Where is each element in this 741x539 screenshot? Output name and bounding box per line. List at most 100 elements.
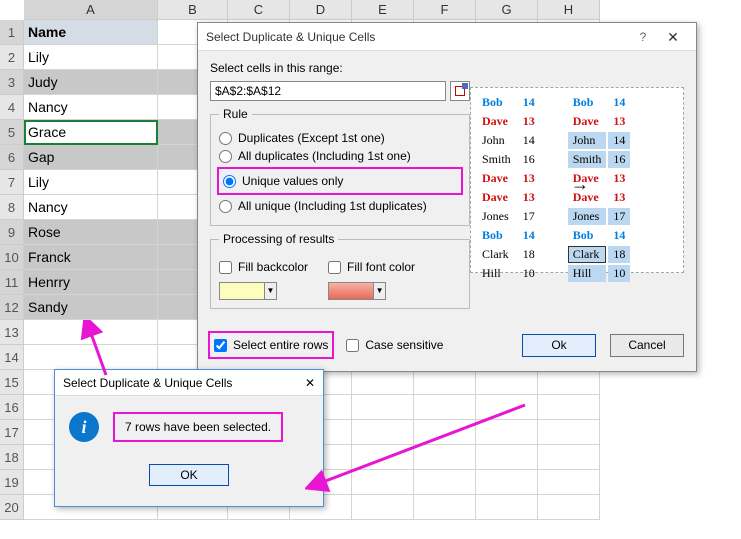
- result-message: 7 rows have been selected.: [113, 412, 283, 442]
- rule-legend: Rule: [219, 107, 252, 121]
- result-dialog: Select Duplicate & Unique Cells ✕ i 7 ro…: [54, 369, 324, 507]
- highlight-select-rows: Select entire rows: [208, 331, 334, 359]
- cell[interactable]: Lily: [24, 170, 158, 195]
- cell[interactable]: [476, 445, 538, 470]
- row-header[interactable]: 5: [0, 120, 24, 145]
- cell[interactable]: [352, 470, 414, 495]
- processing-legend: Processing of results: [219, 232, 338, 246]
- cell[interactable]: [476, 420, 538, 445]
- radio-all-unique[interactable]: All unique (Including 1st duplicates): [219, 199, 461, 213]
- cell[interactable]: [414, 420, 476, 445]
- result-titlebar: Select Duplicate & Unique Cells ✕: [55, 370, 323, 396]
- dialog-title: Select Duplicate & Unique Cells: [206, 23, 628, 51]
- column-header[interactable]: D: [290, 0, 352, 20]
- column-header[interactable]: F: [414, 0, 476, 20]
- help-icon[interactable]: ?: [628, 23, 658, 51]
- select-duplicate-dialog: Select Duplicate & Unique Cells ? ✕ Sele…: [197, 22, 697, 372]
- fontcolor-swatch[interactable]: ▼: [328, 282, 386, 300]
- cell[interactable]: [538, 395, 600, 420]
- cell[interactable]: Lily: [24, 45, 158, 70]
- radio-all-duplicates[interactable]: All duplicates (Including 1st one): [219, 149, 461, 163]
- row-header[interactable]: 8: [0, 195, 24, 220]
- cell[interactable]: [414, 445, 476, 470]
- cell[interactable]: [352, 395, 414, 420]
- cell[interactable]: [538, 470, 600, 495]
- cell[interactable]: [414, 395, 476, 420]
- row-header[interactable]: 1: [0, 20, 24, 45]
- cell[interactable]: Gap: [24, 145, 158, 170]
- range-picker-icon[interactable]: [450, 81, 470, 101]
- processing-fieldset: Processing of results Fill backcolor ▼ F…: [210, 232, 470, 309]
- cell[interactable]: [352, 445, 414, 470]
- cell[interactable]: Nancy: [24, 195, 158, 220]
- cell[interactable]: [24, 320, 158, 345]
- cell[interactable]: Henrry: [24, 270, 158, 295]
- row-header[interactable]: 12: [0, 295, 24, 320]
- row-header[interactable]: 2: [0, 45, 24, 70]
- cell[interactable]: [476, 395, 538, 420]
- cancel-button[interactable]: Cancel: [610, 334, 684, 357]
- row-header[interactable]: 7: [0, 170, 24, 195]
- cell[interactable]: [538, 370, 600, 395]
- arrow-right-icon: →: [571, 174, 589, 195]
- cell[interactable]: [538, 445, 600, 470]
- cell[interactable]: Franck: [24, 245, 158, 270]
- ok-button[interactable]: Ok: [522, 334, 596, 357]
- cell[interactable]: [538, 495, 600, 520]
- cell[interactable]: [476, 495, 538, 520]
- row-header[interactable]: 17: [0, 420, 24, 445]
- cell[interactable]: Sandy: [24, 295, 158, 320]
- cell[interactable]: [414, 470, 476, 495]
- row-header[interactable]: 9: [0, 220, 24, 245]
- column-header[interactable]: C: [228, 0, 290, 20]
- close-icon[interactable]: ✕: [305, 370, 315, 396]
- cell[interactable]: [352, 420, 414, 445]
- cell[interactable]: Grace: [24, 120, 158, 145]
- row-header[interactable]: 19: [0, 470, 24, 495]
- check-fill-backcolor[interactable]: Fill backcolor: [219, 260, 308, 274]
- cell[interactable]: [538, 420, 600, 445]
- cell[interactable]: Nancy: [24, 95, 158, 120]
- row-header[interactable]: 18: [0, 445, 24, 470]
- cell[interactable]: [24, 345, 158, 370]
- cell[interactable]: [476, 470, 538, 495]
- cell[interactable]: Rose: [24, 220, 158, 245]
- cell[interactable]: [352, 370, 414, 395]
- cell[interactable]: [476, 370, 538, 395]
- chevron-down-icon: ▼: [264, 283, 276, 299]
- result-ok-button[interactable]: OK: [149, 464, 229, 486]
- row-header[interactable]: 10: [0, 245, 24, 270]
- check-select-entire-rows[interactable]: Select entire rows: [214, 338, 328, 352]
- row-header[interactable]: 3: [0, 70, 24, 95]
- highlight-unique: Unique values only: [217, 167, 463, 195]
- row-header[interactable]: 4: [0, 95, 24, 120]
- row-header[interactable]: 6: [0, 145, 24, 170]
- chevron-down-icon: ▼: [373, 283, 385, 299]
- cell[interactable]: [414, 370, 476, 395]
- info-icon: i: [69, 412, 99, 442]
- column-header[interactable]: B: [158, 0, 228, 20]
- cell[interactable]: Name: [24, 20, 158, 45]
- radio-unique-only[interactable]: Unique values only: [223, 174, 457, 188]
- column-header[interactable]: H: [538, 0, 600, 20]
- row-header[interactable]: 14: [0, 345, 24, 370]
- row-header[interactable]: 13: [0, 320, 24, 345]
- check-case-sensitive[interactable]: Case sensitive: [346, 338, 443, 352]
- cell[interactable]: [414, 495, 476, 520]
- column-header[interactable]: E: [352, 0, 414, 20]
- cell[interactable]: [352, 495, 414, 520]
- cell[interactable]: Judy: [24, 70, 158, 95]
- rule-fieldset: Rule Duplicates (Except 1st one) All dup…: [210, 107, 470, 226]
- backcolor-swatch[interactable]: ▼: [219, 282, 277, 300]
- row-header[interactable]: 11: [0, 270, 24, 295]
- column-header[interactable]: G: [476, 0, 538, 20]
- range-label: Select cells in this range:: [210, 61, 470, 75]
- close-icon[interactable]: ✕: [658, 23, 688, 51]
- check-fill-fontcolor[interactable]: Fill font color: [328, 260, 415, 274]
- row-header[interactable]: 15: [0, 370, 24, 395]
- row-header[interactable]: 16: [0, 395, 24, 420]
- range-input[interactable]: [210, 81, 446, 101]
- radio-duplicates-except[interactable]: Duplicates (Except 1st one): [219, 131, 461, 145]
- column-header[interactable]: A: [24, 0, 158, 20]
- row-header[interactable]: 20: [0, 495, 24, 520]
